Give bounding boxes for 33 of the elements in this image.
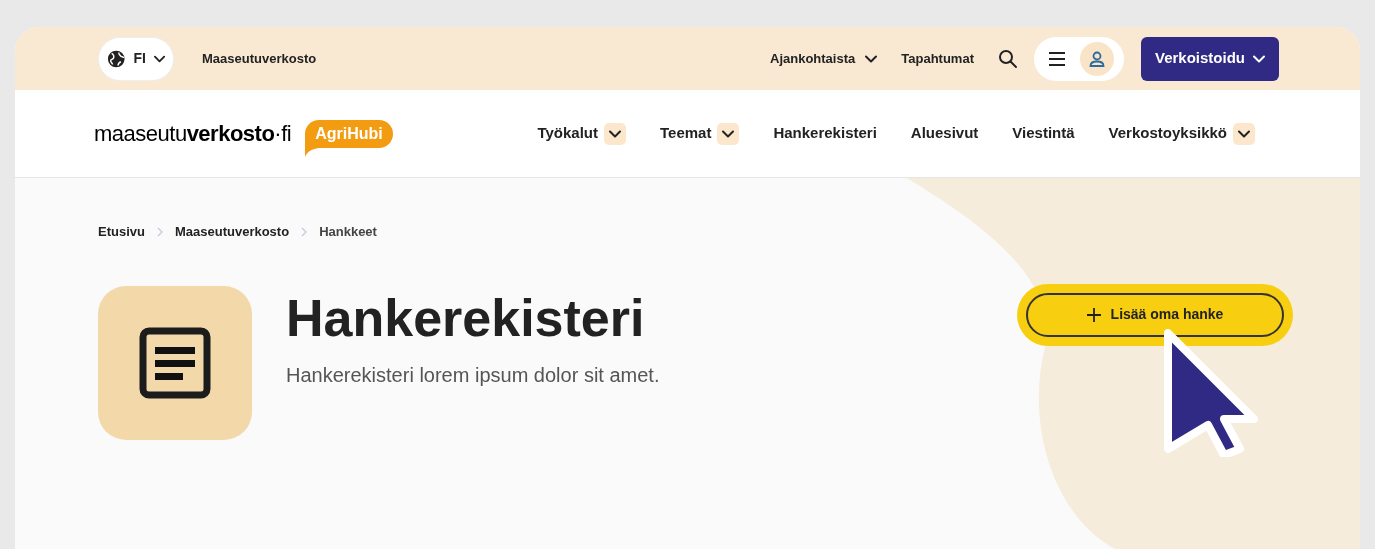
breadcrumb-link[interactable]: Hankkeet — [319, 222, 377, 242]
user-icon — [1079, 41, 1114, 76]
menu-icon — [1047, 51, 1066, 66]
nav-link[interactable]: Teemat — [660, 122, 740, 145]
page-description: Hankerekisteri lorem ipsum dolor sit amet. — [286, 362, 660, 388]
site-logo[interactable]: maaseutuverkosto·fi — [94, 117, 292, 150]
nav-link[interactable]: Hankerekisteri — [773, 122, 877, 145]
chevron-down-icon — [1238, 129, 1250, 138]
chevron-down-icon — [609, 129, 621, 138]
breadcrumb-link[interactable]: Maaseutuverkosto — [174, 222, 290, 242]
account-menu[interactable] — [1033, 36, 1124, 81]
globe-icon — [107, 48, 126, 69]
plus-icon — [1086, 307, 1101, 322]
top-link[interactable]: Tapahtumat — [901, 48, 974, 69]
breadcrumb-separator-icon — [301, 226, 308, 237]
network-button[interactable]: Verkoistoidu — [1140, 36, 1279, 81]
chevron-down-icon — [1253, 54, 1265, 63]
top-link[interactable]: Ajankohtaista — [770, 48, 878, 69]
breadcrumb-separator-icon — [156, 226, 163, 237]
nav-link[interactable]: Verkostoyksikkö — [1108, 122, 1255, 145]
chevron-down-icon — [153, 54, 165, 63]
register-icon — [98, 285, 252, 440]
add-project-button[interactable]: Lisää oma hanke — [1017, 283, 1293, 346]
chevron-down-icon — [865, 54, 878, 63]
page-title: Hankerekisteri — [286, 287, 646, 348]
language-selector[interactable]: FI — [98, 36, 174, 81]
breadcrumb-link[interactable]: Etusivu — [98, 222, 145, 242]
nav-link[interactable]: Aluesivut — [910, 122, 979, 145]
site-link[interactable]: Maaseutuverkosto — [202, 48, 317, 69]
search-icon[interactable] — [997, 48, 1018, 69]
chevron-down-icon — [722, 129, 735, 138]
nav-link[interactable]: Työkalut — [537, 122, 626, 145]
nav-link[interactable]: Viestintä — [1012, 122, 1075, 145]
